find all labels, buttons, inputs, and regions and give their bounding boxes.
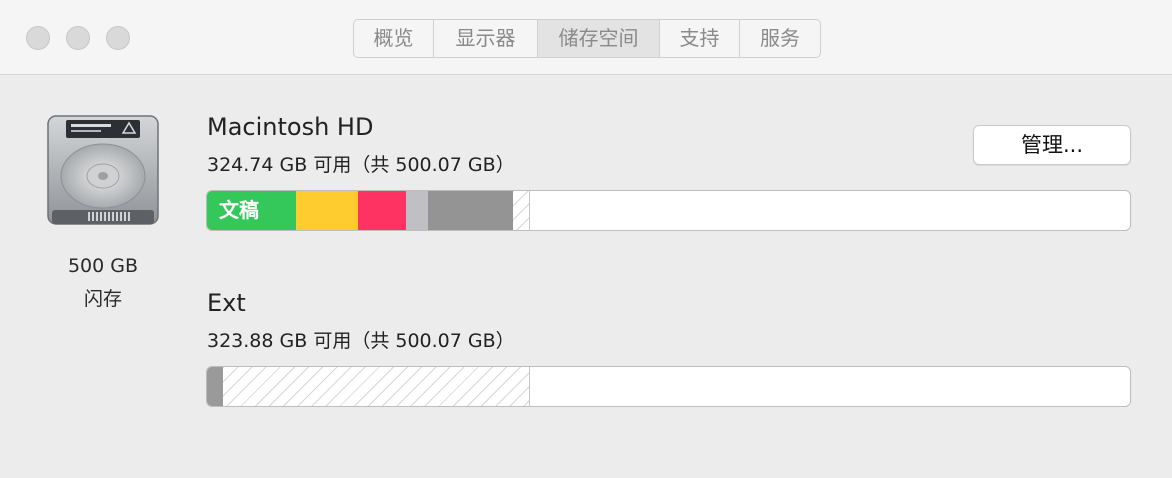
title-bar: 概览 显示器 储存空间 支持 服务 [0,0,1172,75]
usage-segment[interactable] [207,367,223,406]
volume-summary: 324.74 GB 可用（共 500.07 GB） [207,154,515,176]
purgeable-segment [223,367,530,406]
storage-usage-bar [206,366,1131,407]
volume-name: Macintosh HD [207,113,374,141]
usage-segment[interactable] [428,191,513,230]
tab-support[interactable]: 支持 [660,20,740,57]
disk-capacity: 500 GB [67,255,139,277]
tab-bar: 概览 显示器 储存空间 支持 服务 [353,19,821,58]
usage-segment-label: 文稿 [219,198,259,222]
purgeable-segment [513,191,530,230]
tab-displays[interactable]: 显示器 [434,20,538,57]
close-window-button[interactable] [26,26,50,50]
usage-segment[interactable] [358,191,406,230]
disk-type: 闪存 [83,288,122,310]
tab-service[interactable]: 服务 [740,20,820,57]
storage-usage-bar: 文稿 [206,190,1131,231]
hard-drive-icon [47,115,159,225]
volume-summary: 323.88 GB 可用（共 500.07 GB） [207,330,515,352]
usage-segment[interactable] [296,191,358,230]
minimize-window-button[interactable] [66,26,90,50]
tab-overview[interactable]: 概览 [354,20,434,57]
volume-name: Ext [207,289,246,317]
zoom-window-button[interactable] [106,26,130,50]
usage-segment-documents[interactable]: 文稿 [207,191,296,230]
manage-button[interactable]: 管理... [973,125,1131,165]
usage-segment[interactable] [406,191,428,230]
tab-storage[interactable]: 储存空间 [538,20,660,57]
